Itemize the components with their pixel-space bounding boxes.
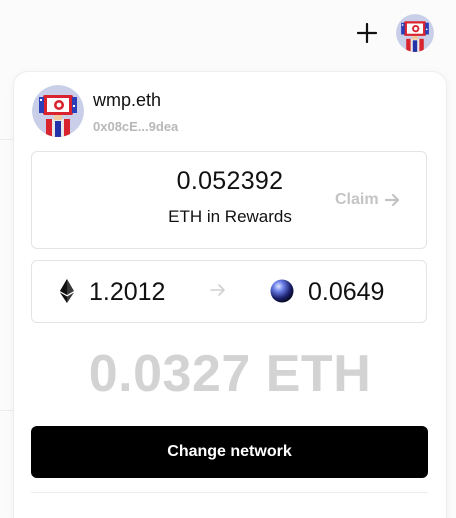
total-value: 0.0327 ETH (88, 345, 372, 403)
ethereum-icon (60, 279, 74, 308)
change-network-button[interactable]: Change network (31, 426, 428, 478)
rewards-card: 0.052392 ETH in Rewards Claim (31, 151, 427, 249)
arrow-right-icon (384, 193, 400, 207)
wallet-panel: wmp.eth 0x08cE...9dea 0.052392 ETH in Re… (14, 72, 446, 518)
claim-button[interactable]: Claim (335, 191, 400, 209)
arrow-right-icon (210, 283, 226, 302)
plus-icon (357, 23, 377, 43)
app-root: wmp.eth 0x08cE...9dea 0.052392 ETH in Re… (0, 0, 456, 518)
nft-avatar-icon (396, 14, 434, 52)
claim-label: Claim (335, 191, 379, 208)
divider (31, 492, 428, 493)
blue-orb-icon (270, 279, 294, 303)
account-name: wmp.eth (93, 90, 162, 110)
page-divider (0, 139, 14, 140)
add-button[interactable] (354, 20, 380, 46)
account-avatar (32, 85, 84, 137)
eth-balance: 1.2012 (89, 278, 166, 306)
account-address[interactable]: 0x08cE...9dea (93, 119, 178, 134)
rewards-label: ETH in Rewards (168, 207, 292, 226)
token-balance: 0.0649 (308, 278, 385, 306)
page-divider (0, 410, 14, 411)
nft-avatar-icon (32, 85, 84, 137)
balance-card: 1.2012 0.0649 (31, 260, 427, 323)
profile-avatar-button[interactable] (396, 14, 434, 52)
